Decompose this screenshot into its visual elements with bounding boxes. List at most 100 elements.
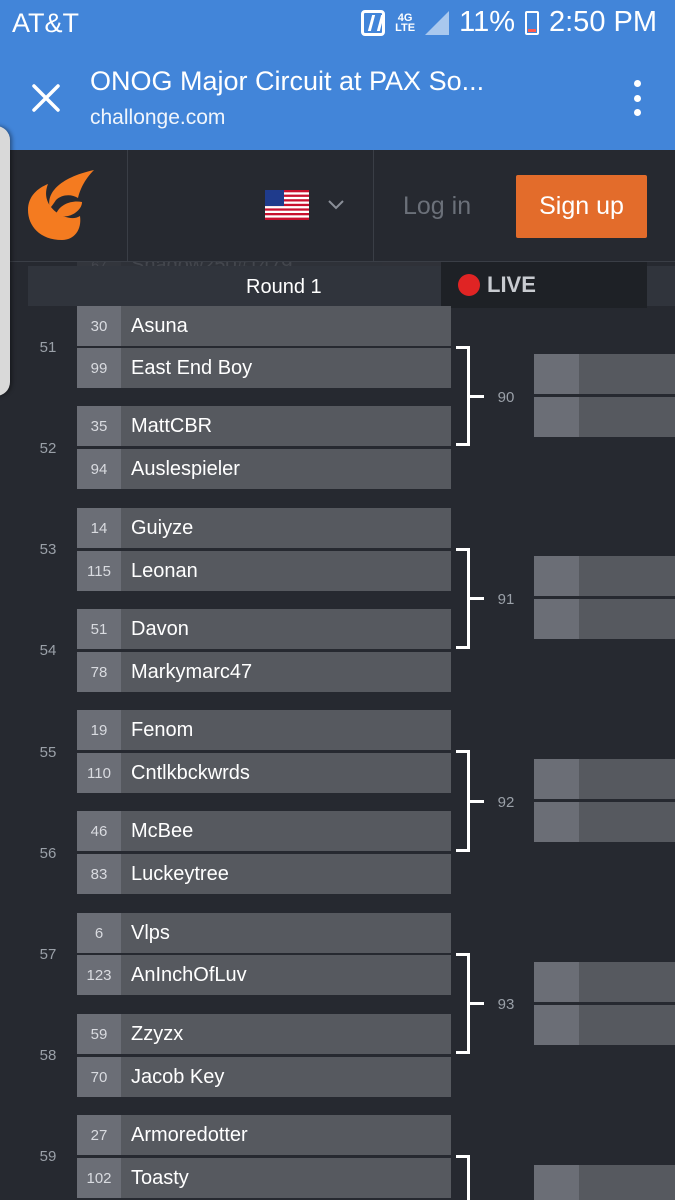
next-round-slot[interactable] (534, 599, 675, 639)
seed: 110 (77, 753, 121, 793)
seed: 123 (77, 955, 121, 995)
more-options-icon[interactable] (631, 80, 643, 116)
bracket-connector-stem (470, 1002, 484, 1005)
player-name: Davon (121, 609, 451, 649)
round-title: Round 1 (246, 276, 322, 298)
player-name: Markymarc47 (121, 652, 451, 692)
seed: 14 (77, 508, 121, 548)
match-number: 51 (39, 339, 57, 356)
clock: 2:50 PM (549, 6, 657, 38)
player-name: Asuna (121, 306, 451, 346)
player-name: Zzyzx (121, 1014, 451, 1054)
player-name: AnInchOfLuv (121, 955, 451, 995)
seed: 51 (77, 609, 121, 649)
player-slot[interactable]: 14 Guiyze (77, 508, 451, 548)
login-link[interactable]: Log in (403, 192, 471, 221)
bracket: 67 Shadow250#1479 Round 1 LIVE 51 30Asun… (0, 262, 675, 1200)
player-slot[interactable]: 59 Zzyzx (77, 1014, 451, 1054)
us-flag-icon[interactable] (265, 190, 309, 220)
next-round-slot[interactable] (534, 1165, 675, 1200)
bracket-connector (456, 953, 470, 1054)
next-round-slot[interactable] (534, 1005, 675, 1045)
player-name: Guiyze (121, 508, 451, 548)
browser-tab-bar: ONOG Major Circuit at PAX So... challong… (0, 46, 675, 150)
seed: 46 (77, 811, 121, 851)
next-round-slot[interactable] (534, 354, 675, 394)
bracket-connector (456, 548, 470, 649)
bracket-connector (456, 346, 470, 446)
challonge-logo-icon[interactable] (26, 168, 98, 244)
seed: 78 (77, 652, 121, 692)
status-bar: AT&T 4G LTE 11% 2:50 PM (0, 0, 675, 46)
player-slot[interactable]: 35 MattCBR (77, 406, 451, 446)
player-slot[interactable]: 51 Davon (77, 609, 451, 649)
player-name: Jacob Key (121, 1057, 451, 1097)
player-slot[interactable]: 123 AnInchOfLuv (77, 955, 451, 995)
seed: 115 (77, 551, 121, 591)
player-name: MattCBR (121, 406, 451, 446)
player-name: Fenom (121, 710, 451, 750)
player-name: Leonan (121, 551, 451, 591)
next-round-slot[interactable] (534, 759, 675, 799)
live-toolbar: LIVE (441, 262, 647, 308)
site-header: Log in Sign up (0, 150, 675, 262)
header-divider (373, 150, 374, 262)
match-number: 52 (39, 440, 57, 457)
player-slot[interactable]: 94 Auslespieler (77, 449, 451, 489)
side-panel-handle[interactable] (0, 126, 10, 396)
battery-icon (525, 10, 539, 35)
bracket-connector-stem (470, 395, 484, 398)
status-icons: 4G LTE 11% 2:50 PM (361, 6, 657, 39)
player-name: Toasty (121, 1158, 451, 1198)
next-round-slot[interactable] (534, 397, 675, 437)
nfc-icon (361, 9, 386, 36)
next-round-slot[interactable] (534, 802, 675, 842)
seed: 59 (77, 1014, 121, 1054)
player-name: McBee (121, 811, 451, 851)
player-slot[interactable]: 102 Toasty (77, 1158, 451, 1198)
player-slot[interactable]: 46 McBee (77, 811, 451, 851)
seed: 94 (77, 449, 121, 489)
page-title: ONOG Major Circuit at PAX So... (90, 66, 485, 96)
page-url: challonge.com (90, 106, 226, 129)
seed: 30 (77, 306, 121, 346)
player-slot[interactable]: 110 Cntlkbckwrds (77, 753, 451, 793)
match-number: 54 (39, 642, 57, 659)
signal-icon (425, 10, 450, 35)
seed: 99 (77, 348, 121, 388)
next-match-number: 90 (497, 389, 515, 406)
seed: 102 (77, 1158, 121, 1198)
player-name: Cntlkbckwrds (121, 753, 451, 793)
player-slot[interactable]: 99 East End Boy (77, 348, 451, 388)
lte-icon: 4G LTE (395, 11, 416, 34)
player-slot[interactable]: 19 Fenom (77, 710, 451, 750)
player-slot[interactable]: 78 Markymarc47 (77, 652, 451, 692)
signup-button[interactable]: Sign up (516, 175, 647, 238)
player-name: Luckeytree (121, 854, 451, 894)
player-slot[interactable]: 6 Vlps (77, 913, 451, 953)
next-match-number: 93 (497, 996, 515, 1013)
player-name: Armoredotter (121, 1115, 451, 1155)
close-icon[interactable] (24, 76, 68, 120)
bracket-connector (456, 1155, 470, 1200)
match-number: 53 (39, 541, 57, 558)
header-divider (127, 150, 128, 262)
match-number: 59 (39, 1148, 57, 1165)
player-slot[interactable]: 30 Asuna (77, 306, 451, 346)
bracket-connector (456, 750, 470, 852)
player-slot[interactable]: 115 Leonan (77, 551, 451, 591)
battery-percent: 11% (459, 6, 515, 38)
match-number: 56 (39, 845, 57, 862)
next-round-slot[interactable] (534, 962, 675, 1002)
player-slot[interactable]: 83 Luckeytree (77, 854, 451, 894)
next-round-slot[interactable] (534, 556, 675, 596)
player-name: Auslespieler (121, 449, 451, 489)
player-slot[interactable]: 70 Jacob Key (77, 1057, 451, 1097)
next-match-number: 92 (497, 794, 515, 811)
live-label[interactable]: LIVE (487, 272, 536, 298)
chevron-down-icon[interactable] (326, 194, 346, 214)
bracket-connector-stem (470, 597, 484, 600)
player-slot[interactable]: 27 Armoredotter (77, 1115, 451, 1155)
next-match-number: 91 (497, 591, 515, 608)
carrier-name: AT&T (12, 8, 79, 38)
